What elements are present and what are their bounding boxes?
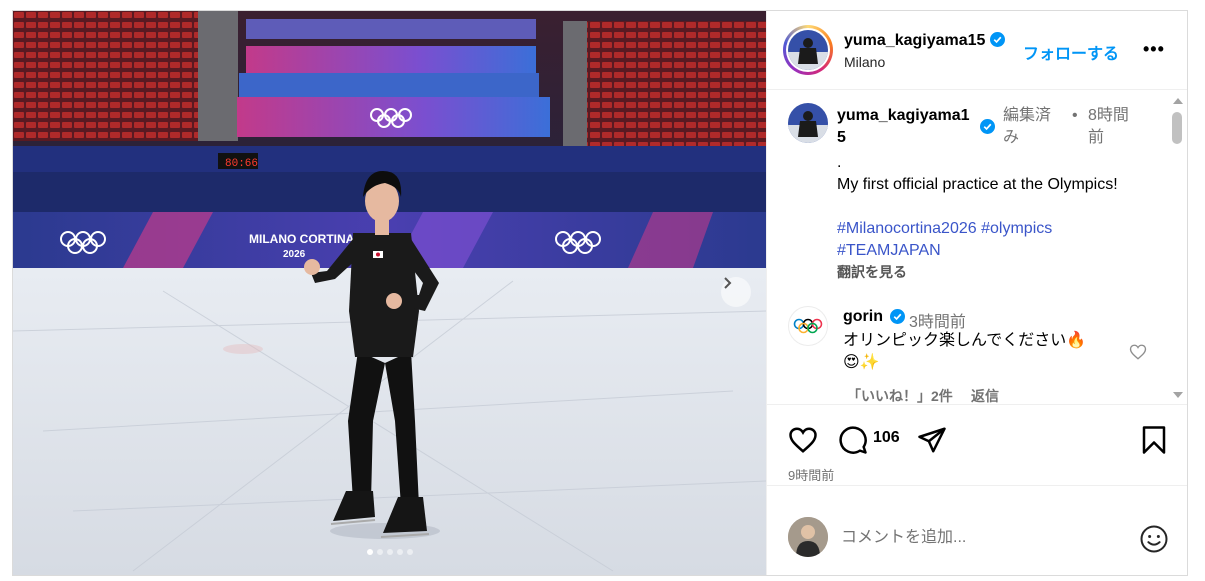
caption-timestamp[interactable]: 8時間 前: [1088, 105, 1148, 149]
caption-username-line2[interactable]: 5: [837, 129, 846, 146]
post-action-bar: 106 9時間前: [767, 405, 1187, 485]
next-photo-button[interactable]: [721, 277, 751, 307]
caption-text: . My first official practice at the Olym…: [837, 154, 1118, 193]
carousel-dots: [13, 549, 766, 555]
caption-separator: •: [1072, 107, 1078, 124]
caption-edited-line1: 編集済: [1003, 107, 1052, 124]
author-avatar-image: [788, 30, 828, 70]
follow-button[interactable]: フォローする: [1023, 40, 1119, 64]
author-avatar[interactable]: [783, 25, 833, 75]
carousel-dot: [396, 549, 403, 555]
author-username[interactable]: yuma_kagiyama15: [844, 32, 1005, 50]
caption-author-avatar[interactable]: [788, 103, 828, 143]
comments-list[interactable]: yuma_kagiyama1 5 編集済 み • 8時間 前 . My firs…: [767, 90, 1187, 405]
hashtag-link[interactable]: #olympics: [981, 220, 1052, 237]
emoji-smiley-icon[interactable]: [1139, 524, 1169, 554]
instagram-post: 80:66 MILANO CORTINA 2026 yuma_kagiyama1…: [12, 10, 1188, 576]
more-options-icon[interactable]: •••: [1143, 39, 1165, 60]
commenter-verified-badge-icon: [890, 309, 905, 324]
author-username-text[interactable]: yuma_kagiyama15: [844, 32, 985, 49]
add-comment-input[interactable]: [841, 526, 1121, 550]
post-media-photo[interactable]: 80:66 MILANO CORTINA 2026: [13, 11, 766, 575]
scoreboard-digits: 80:66: [225, 158, 258, 170]
post-timestamp[interactable]: 9時間前: [788, 465, 834, 484]
comment-likes-count[interactable]: 「いいね！」2件: [847, 386, 953, 404]
caption-username[interactable]: yuma_kagiyama1 5: [837, 105, 977, 149]
post-header: yuma_kagiyama15 Milano フォローする •••: [767, 11, 1187, 90]
hashtag-link[interactable]: #TEAMJAPAN: [837, 242, 941, 259]
banner-text-2: 2026: [283, 249, 306, 260]
caption-edited-label: 編集済 み: [1003, 105, 1063, 149]
comment-timestamp[interactable]: 3時間前: [909, 308, 966, 332]
comment-like-heart-icon[interactable]: [1129, 343, 1147, 361]
current-user-avatar-image: [788, 517, 828, 557]
verified-badge-icon: [989, 32, 1005, 47]
comment-reply-button[interactable]: 返信: [971, 386, 999, 404]
comment-bubble-icon[interactable]: [838, 425, 868, 455]
caption-avatar-image: [788, 103, 828, 143]
share-paper-plane-icon[interactable]: [917, 425, 947, 455]
carousel-dot: [386, 549, 393, 555]
scroll-up-arrow-icon[interactable]: [1173, 98, 1183, 104]
hashtag-link[interactable]: #Milanocortina2026: [837, 220, 977, 237]
add-comment-bar: [767, 485, 1187, 575]
chevron-right-icon: [724, 277, 732, 289]
comments-scrollbar[interactable]: [1170, 90, 1184, 404]
caption-time-line2[interactable]: 前: [1088, 129, 1104, 146]
caption-hashtags: #Milanocortina2026 #olympics #TEAMJAPAN: [837, 218, 1167, 262]
caption-edited-line2: み: [1003, 129, 1020, 146]
current-user-avatar[interactable]: [788, 517, 828, 557]
caption-time-line1[interactable]: 8時間: [1088, 107, 1129, 124]
comment-text: オリンピック楽しんでください🔥 😍✨: [843, 332, 1087, 371]
commenter-username[interactable]: gorin: [843, 308, 883, 326]
caption-verified-badge-icon: [980, 119, 995, 134]
skater-photo: 80:66 MILANO CORTINA 2026: [13, 11, 766, 575]
post-location[interactable]: Milano: [844, 54, 885, 70]
banner-text-1: MILANO CORTINA: [249, 232, 355, 246]
scroll-down-arrow-icon[interactable]: [1173, 392, 1183, 398]
scrollbar-thumb[interactable]: [1172, 112, 1182, 144]
carousel-dot: [366, 549, 373, 555]
post-side-panel: yuma_kagiyama15 Milano フォローする ••• yuma_k…: [766, 11, 1187, 575]
olympic-rings-icon: [793, 318, 823, 334]
see-translation-link[interactable]: 翻訳を見る: [837, 262, 907, 282]
commenter-avatar[interactable]: [788, 306, 828, 346]
comment-count[interactable]: 106: [873, 429, 900, 447]
carousel-dot: [376, 549, 383, 555]
caption-username-line1[interactable]: yuma_kagiyama1: [837, 107, 970, 124]
save-bookmark-icon[interactable]: [1141, 425, 1167, 455]
carousel-dot: [406, 549, 413, 555]
like-heart-icon[interactable]: [788, 425, 818, 455]
